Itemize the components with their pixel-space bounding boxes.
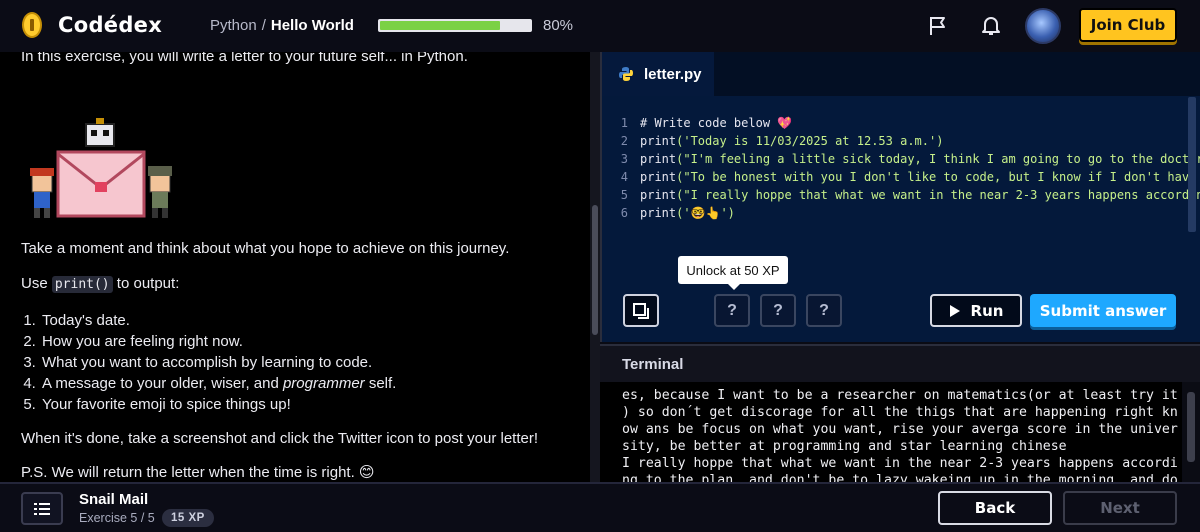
terminal-header: Terminal [600, 344, 1200, 382]
code-line[interactable]: 2 print ('Today is 11/03/2025 at 12.53 a.m… [602, 132, 1200, 150]
brand-logo[interactable]: Codédex [58, 13, 162, 37]
breadcrumb-lesson: Hello World [270, 17, 354, 34]
exercise-progress: Exercise 5 / 5 [79, 511, 155, 525]
code-line[interactable]: 3 print ("I'm feeling a little sick today,… [602, 150, 1200, 168]
run-button[interactable]: Run [930, 294, 1022, 327]
lesson-reflect: Take a moment and think about what you h… [21, 240, 510, 257]
hint-button-2[interactable]: ? [760, 294, 796, 327]
lesson-intro: In this exercise, you will write a lette… [21, 52, 468, 65]
code-line[interactable]: 1 # Write code below 💖 [602, 114, 1200, 132]
breadcrumb: Python / Hello World [210, 17, 354, 34]
terminal-scrollbar-thumb[interactable] [1187, 392, 1195, 462]
list-item: Your favorite emoji to spice things up! [40, 394, 396, 415]
line-number: 5 [620, 188, 628, 202]
line-number: 4 [620, 170, 628, 184]
tab-letter-py[interactable]: letter.py [602, 52, 714, 96]
next-button: Next [1063, 491, 1177, 525]
code-line[interactable]: 4 print ("To be honest with you I don't li… [602, 168, 1200, 186]
step-emphasis: programmer [282, 375, 365, 392]
list-item: A message to your older, wiser, and prog… [40, 373, 396, 394]
lesson-progress-bar [378, 19, 532, 32]
exercise-menu-button[interactable] [21, 492, 63, 525]
list-item: What you want to accomplish by learning … [40, 352, 396, 373]
lesson-ps: P.S. We will return the letter when the … [21, 464, 375, 481]
hint-button-3[interactable]: ? [806, 294, 842, 327]
code-keyword: print [640, 170, 677, 184]
play-icon [949, 304, 960, 317]
code-keyword: print [640, 206, 677, 220]
lesson-scrollbar-thumb[interactable] [592, 205, 598, 335]
code-string: ("I'm feeling a little sick today, I thi… [676, 152, 1200, 166]
submit-answer-button[interactable]: Submit answer [1030, 294, 1176, 327]
top-header: Codédex Python / Hello World 80% Join Club [0, 0, 1200, 52]
lesson-done-instruction: When it's done, take a screenshot and cl… [21, 430, 539, 447]
back-button[interactable]: Back [938, 491, 1052, 525]
hint-button-1[interactable]: ? [714, 294, 750, 327]
list-item: Today's date. [40, 310, 396, 331]
line-number: 2 [620, 134, 628, 148]
code-string: ('Today is 11/03/2025 at 12.53 a.m.') [676, 134, 944, 148]
line-number: 3 [620, 152, 628, 166]
editor-scrollbar-thumb[interactable] [1188, 97, 1196, 232]
copy-icon [633, 302, 649, 319]
user-avatar[interactable] [1025, 8, 1061, 44]
code-keyword: print [640, 188, 677, 202]
inline-code-print: print() [51, 276, 113, 293]
code-string: ("To be honest with you I don't like to … [676, 170, 1200, 184]
xp-badge: 15 XP [162, 509, 214, 527]
snail-mail-illustration [30, 118, 172, 218]
logo-coin-icon [22, 12, 42, 38]
line-number: 1 [620, 116, 628, 130]
terminal-output: es, because I want to be a researcher on… [622, 388, 1178, 482]
lesson-progress-fill [380, 21, 500, 30]
breadcrumb-course[interactable]: Python [210, 17, 257, 34]
lesson-progress-label: 80% [543, 17, 574, 34]
copy-code-button[interactable] [623, 294, 659, 327]
bell-icon[interactable] [979, 14, 1003, 38]
code-comment: # Write code below 💖 [640, 116, 793, 130]
list-item: How you are feeling right now. [40, 331, 396, 352]
bottom-bar: Snail Mail Exercise 5 / 5 15 XP Back Nex… [0, 482, 1200, 532]
line-number: 6 [620, 206, 628, 220]
lesson-steps-list: Today's date. How you are feeling right … [40, 310, 396, 415]
code-string: ('🤓👆') [676, 206, 735, 220]
hint-tooltip: Unlock at 50 XP [678, 256, 788, 290]
step-text-end: self. [364, 375, 397, 392]
terminal-output-panel[interactable]: es, because I want to be a researcher on… [600, 382, 1182, 482]
tab-label: letter.py [644, 65, 702, 83]
lesson-use-prefix: Use [21, 275, 52, 292]
join-club-button[interactable]: Join Club [1079, 8, 1177, 42]
flag-icon[interactable] [926, 14, 950, 38]
run-label: Run [970, 301, 1004, 320]
editor-tabbar: letter.py [602, 52, 1200, 96]
lesson-use-instruction: Use print() to output: [21, 274, 179, 295]
code-keyword: print [640, 134, 677, 148]
code-line[interactable]: 6 print ('🤓👆') [602, 204, 1200, 222]
breadcrumb-separator: / [261, 17, 266, 34]
list-icon [34, 502, 50, 515]
code-string: ("I really hoppe that what we want in th… [676, 188, 1200, 202]
code-keyword: print [640, 152, 677, 166]
python-file-icon [619, 67, 633, 81]
code-line[interactable]: 5 print ("I really hoppe that what we want… [602, 186, 1200, 204]
lesson-panel: In this exercise, you will write a lette… [0, 52, 590, 482]
terminal-title: Terminal [622, 356, 684, 373]
exercise-title: Snail Mail [79, 491, 149, 508]
lesson-use-suffix: to output: [112, 275, 180, 292]
step-text: A message to your older, wiser, and [42, 375, 283, 392]
code-area[interactable]: 1 # Write code below 💖 2 print ('Today is 11… [602, 114, 1200, 222]
